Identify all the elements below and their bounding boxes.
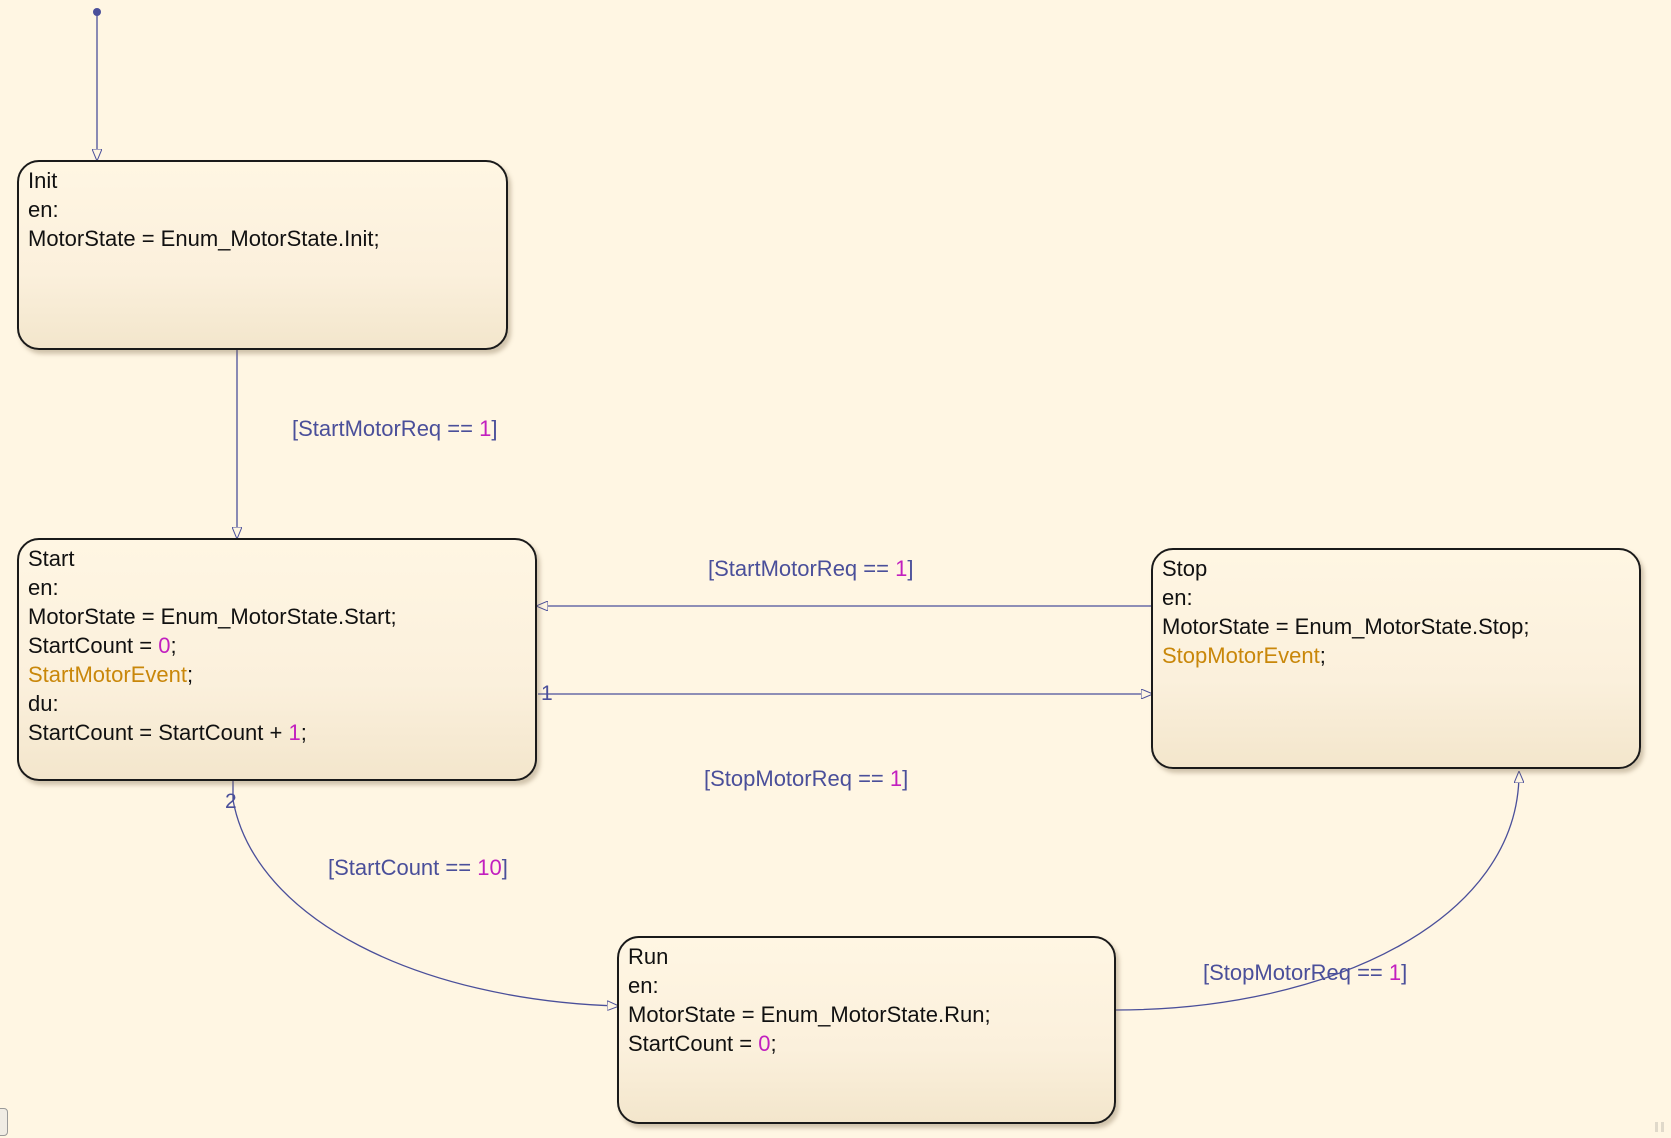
numeric-literal: 1 (1388, 960, 1402, 985)
code-text: ] (501, 855, 508, 880)
action-line: StartCount = 0; (628, 1029, 1105, 1058)
label-run-to-stop[interactable]: [StopMotorReq == 1] (1203, 960, 1407, 986)
action-line: StartMotorEvent; (28, 660, 526, 689)
panel-toggle-button[interactable] (0, 1108, 8, 1136)
state-actions: en: MotorState = Enum_MotorState.Start; St… (28, 573, 526, 747)
action-line: MotorState = Enum_MotorState.Stop; (1162, 612, 1630, 641)
state-start[interactable]: Start en: MotorState = Enum_MotorState.St… (17, 538, 537, 781)
code-text: ] (491, 416, 498, 441)
label-start-to-run[interactable]: [StartCount == 10] (328, 855, 508, 881)
state-name: Init (28, 168, 58, 193)
action-line: en: (628, 971, 1105, 1000)
code-text: ; (770, 1031, 777, 1056)
code-text: ; (1319, 643, 1326, 668)
label-stop-to-start[interactable]: [StartMotorReq == 1] (708, 556, 913, 582)
action-line: StartCount = 0; (28, 631, 526, 660)
code-text: MotorState = Enum_MotorState.Init; (28, 226, 380, 251)
code-text: [StartCount == (328, 855, 478, 880)
transition-start-to-run[interactable] (232, 781, 618, 1006)
code-text: en: (1162, 585, 1193, 610)
code-text: ] (907, 556, 914, 581)
action-line: MotorState = Enum_MotorState.Init; (28, 224, 497, 253)
state-name: Stop (1162, 556, 1208, 581)
numeric-literal: 0 (758, 1031, 771, 1056)
code-text: du: (28, 691, 59, 716)
action-line: MotorState = Enum_MotorState.Run; (628, 1000, 1105, 1029)
action-line: en: (1162, 583, 1630, 612)
code-text: StartCount = (628, 1031, 759, 1056)
resize-grip-icon[interactable] (1655, 1122, 1665, 1132)
code-text: StartCount = (28, 633, 159, 658)
state-actions: en: MotorState = Enum_MotorState.Stop; Sto… (1162, 583, 1630, 670)
numeric-literal: 1 (895, 556, 908, 581)
state-name: Run (628, 944, 669, 969)
code-text: [StopMotorReq == (1203, 960, 1389, 985)
event-name: StopMotorEvent (1162, 643, 1320, 668)
state-actions: en: MotorState = Enum_MotorState.Init; (28, 195, 497, 253)
action-line: StopMotorEvent; (1162, 641, 1630, 670)
state-name: Start (28, 546, 75, 571)
action-line: du: (28, 689, 526, 718)
action-line: en: (28, 573, 526, 602)
code-text: MotorState = Enum_MotorState.Stop; (1162, 614, 1530, 639)
code-text: MotorState = Enum_MotorState.Start; (28, 604, 397, 629)
numeric-literal: 1 (288, 720, 301, 745)
event-name: StartMotorEvent (28, 662, 187, 687)
code-text: MotorState = Enum_MotorState.Run; (628, 1002, 991, 1027)
code-text: [StartMotorReq == (708, 556, 896, 581)
action-line: StartCount = StartCount + 1; (28, 718, 526, 747)
numeric-literal: 1 (479, 416, 492, 441)
code-text: ] (1401, 960, 1408, 985)
numeric-literal: 1 (889, 766, 903, 791)
code-text: en: (28, 197, 59, 222)
execution-order-start-to-stop: 1 (541, 682, 553, 705)
code-text: ; (170, 633, 177, 658)
code-text: en: (628, 973, 659, 998)
label-start-to-stop[interactable]: [StopMotorReq == 1] (704, 766, 908, 792)
state-init[interactable]: Init en: MotorState = Enum_MotorState.Ini… (17, 160, 508, 350)
code-text: [StartMotorReq == (292, 416, 480, 441)
code-text: ; (186, 662, 194, 687)
state-actions: en: MotorState = Enum_MotorState.Run; Star… (628, 971, 1105, 1058)
state-stop[interactable]: Stop en: MotorState = Enum_MotorState.Sto… (1151, 548, 1641, 769)
state-run[interactable]: Run en: MotorState = Enum_MotorState.Run;… (617, 936, 1116, 1124)
code-text: ; (300, 720, 307, 745)
label-init-to-start[interactable]: [StartMotorReq == 1] (292, 416, 497, 442)
code-text: en: (28, 575, 59, 600)
code-text: ] (902, 766, 909, 791)
code-text: [StopMotorReq == (704, 766, 890, 791)
execution-order-start-to-run: 2 (225, 790, 237, 813)
code-text: StartCount = StartCount + (28, 720, 289, 745)
numeric-literal: 10 (477, 855, 502, 880)
numeric-literal: 0 (158, 633, 171, 658)
action-line: en: (28, 195, 497, 224)
action-line: MotorState = Enum_MotorState.Start; (28, 602, 526, 631)
